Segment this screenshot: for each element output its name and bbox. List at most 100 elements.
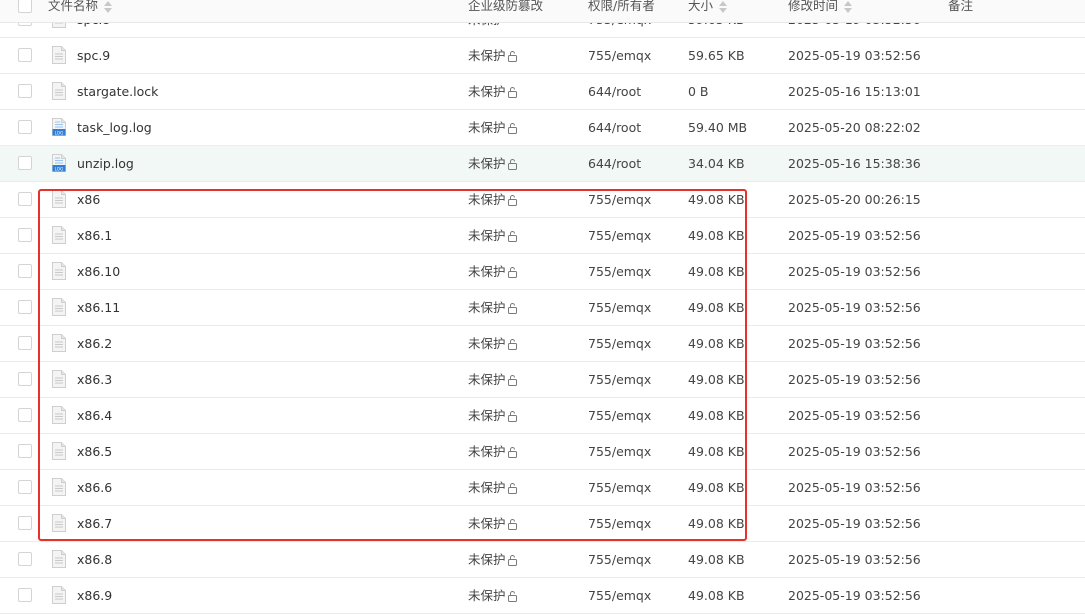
file-name[interactable]: x86 [77,182,100,217]
protection-status[interactable]: 未保护 [468,362,518,397]
permission-owner[interactable]: 755/emqx [588,38,651,73]
protection-status[interactable]: 未保护 [468,110,518,145]
protection-status[interactable]: 未保护 [468,470,518,505]
file-name[interactable]: x86.6 [77,470,112,505]
table-row[interactable]: x86.10 未保护 755/emqx 49.08 KB 2025-05-19 03:5… [0,254,1085,290]
file-name[interactable]: x86.5 [77,434,112,469]
row-checkbox[interactable] [18,444,32,458]
table-row[interactable]: x86.6 未保护 755/emqx 49.08 KB 2025-05-19 03:52… [0,470,1085,506]
sort-icon[interactable] [844,0,853,13]
permission-owner[interactable]: 755/emqx [588,218,651,253]
table-row[interactable]: x86.4 未保护 755/emqx 49.08 KB 2025-05-19 03:52… [0,398,1085,434]
permission-owner[interactable]: 755/emqx [588,290,651,325]
table-row[interactable]: x86.1 未保护 755/emqx 49.08 KB 2025-05-19 03:52… [0,218,1085,254]
permission-owner[interactable]: 755/emqx [588,434,651,469]
row-checkbox[interactable] [18,300,32,314]
protection-status[interactable]: 未保护 [468,254,518,289]
lock-icon[interactable] [507,86,518,98]
row-checkbox[interactable] [18,588,32,602]
protection-status[interactable]: 未保护 [468,578,518,613]
protection-status[interactable]: 未保护 [468,38,518,73]
row-checkbox[interactable] [18,120,32,134]
file-name[interactable]: x86.1 [77,218,112,253]
file-name[interactable]: unzip.log [77,146,134,181]
lock-icon[interactable] [507,338,518,350]
file-name[interactable]: x86.7 [77,506,112,541]
lock-icon[interactable] [507,50,518,62]
protection-status[interactable]: 未保护 [468,434,518,469]
file-name[interactable]: x86.9 [77,578,112,613]
file-name[interactable]: x86.3 [77,362,112,397]
protection-status[interactable]: 未保护 [468,542,518,577]
file-name[interactable]: x86.2 [77,326,112,361]
permission-owner[interactable]: 644/root [588,110,641,145]
row-checkbox[interactable] [18,84,32,98]
table-row[interactable]: x86 未保护 755/emqx 49.08 KB 2025-05-20 00:26:1… [0,182,1085,218]
sort-icon[interactable] [104,0,113,13]
lock-icon[interactable] [507,302,518,314]
lock-icon[interactable] [507,554,518,566]
table-row[interactable]: x86.3 未保护 755/emqx 49.08 KB 2025-05-19 03:52… [0,362,1085,398]
protection-status[interactable]: 未保护 [468,182,518,217]
lock-icon[interactable] [507,230,518,242]
lock-icon[interactable] [507,590,518,602]
column-header-size[interactable]: 大小 [688,0,728,22]
file-name[interactable]: x86.8 [77,542,112,577]
lock-icon[interactable] [507,518,518,530]
row-checkbox[interactable] [18,336,32,350]
permission-owner[interactable]: 755/emqx [588,506,651,541]
lock-icon[interactable] [507,374,518,386]
protection-status[interactable]: 未保护 [468,218,518,253]
file-name[interactable]: task_log.log [77,110,152,145]
lock-icon[interactable] [507,194,518,206]
row-checkbox[interactable] [18,48,32,62]
file-name[interactable]: stargate.lock [77,74,158,109]
table-row[interactable]: spc.9 未保护 755/emqx 59.65 KB 2025-05-19 03:52… [0,38,1085,74]
column-header-name[interactable]: 文件名称 [48,0,113,22]
table-row[interactable]: LOG unzip.log 未保护 644/root 34.04 KB 2025-05-1… [0,146,1085,182]
lock-icon[interactable] [507,410,518,422]
permission-owner[interactable]: 755/emqx [588,254,651,289]
permission-owner[interactable]: 755/emqx [588,182,651,217]
row-checkbox[interactable] [18,480,32,494]
sort-icon[interactable] [719,0,728,13]
permission-owner[interactable]: 755/emqx [588,542,651,577]
row-checkbox[interactable] [18,264,32,278]
lock-icon[interactable] [507,122,518,134]
protection-status[interactable]: 未保护 [468,506,518,541]
file-name[interactable]: spc.9 [77,38,110,73]
row-checkbox[interactable] [18,156,32,170]
select-all-checkbox[interactable] [18,0,32,13]
file-name[interactable]: x86.4 [77,398,112,433]
table-row[interactable]: LOG task_log.log 未保护 644/root 59.40 MB 2025-0… [0,110,1085,146]
lock-icon[interactable] [507,482,518,494]
permission-owner[interactable]: 755/emqx [588,362,651,397]
protection-status[interactable]: 未保护 [468,326,518,361]
row-checkbox[interactable] [18,192,32,206]
file-name[interactable]: x86.11 [77,290,120,325]
protection-status[interactable]: 未保护 [468,74,518,109]
protection-status[interactable]: 未保护 [468,146,518,181]
permission-owner[interactable]: 755/emqx [588,578,651,613]
permission-owner[interactable]: 644/root [588,146,641,181]
row-checkbox[interactable] [18,552,32,566]
protection-status[interactable]: 未保护 [468,290,518,325]
permission-owner[interactable]: 755/emqx [588,470,651,505]
protection-status[interactable]: 未保护 [468,398,518,433]
permission-owner[interactable]: 755/emqx [588,326,651,361]
row-checkbox[interactable] [18,408,32,422]
permission-owner[interactable]: 755/emqx [588,398,651,433]
row-checkbox[interactable] [18,228,32,242]
lock-icon[interactable] [507,158,518,170]
table-row[interactable]: x86.2 未保护 755/emqx 49.08 KB 2025-05-19 03:52… [0,326,1085,362]
table-row[interactable]: x86.9 未保护 755/emqx 49.08 KB 2025-05-19 03:52… [0,578,1085,614]
lock-icon[interactable] [507,266,518,278]
table-row[interactable]: x86.11 未保护 755/emqx 49.08 KB 2025-05-19 03:5… [0,290,1085,326]
permission-owner[interactable]: 644/root [588,74,641,109]
row-checkbox[interactable] [18,516,32,530]
table-row[interactable]: x86.7 未保护 755/emqx 49.08 KB 2025-05-19 03:52… [0,506,1085,542]
column-header-modified[interactable]: 修改时间 [788,0,853,22]
file-name[interactable]: x86.10 [77,254,120,289]
row-checkbox[interactable] [18,372,32,386]
table-row[interactable]: x86.8 未保护 755/emqx 49.08 KB 2025-05-19 03:52… [0,542,1085,578]
